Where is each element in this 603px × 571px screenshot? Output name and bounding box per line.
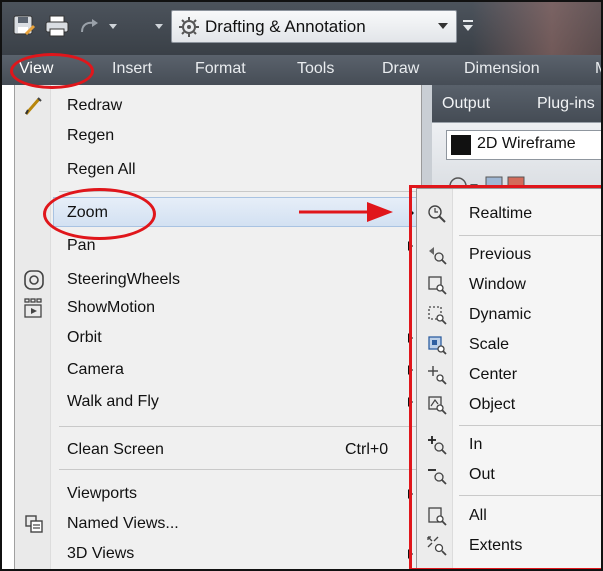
menu-bar: View Insert Format Tools Draw Dimension … [2,55,601,85]
zoom-submenu: Realtime Previous Window Dynamic Scale C… [416,188,601,569]
redraw-pencil-icon [23,95,45,117]
menu-item-clean-screen[interactable]: Clean Screen Ctrl+0 [15,435,421,465]
menu-item-steeringwheels[interactable]: SteeringWheels [15,265,421,295]
menu-view[interactable]: View [19,60,53,78]
zoom-item-window[interactable]: Window [417,270,601,300]
menu-item-zoom[interactable]: Zoom [53,197,419,227]
save-as-icon[interactable] [10,12,38,40]
submenu-arrow-icon [408,365,413,375]
submenu-arrow-icon [408,549,413,559]
zoom-out-icon [427,465,447,485]
zoom-item-object[interactable]: Object [417,390,601,420]
print-icon[interactable] [43,12,71,40]
quick-access-toolbar: Drafting & Annotation [2,2,601,55]
zoom-item-scale[interactable]: Scale [417,330,601,360]
menu-dimension[interactable]: Dimension [464,60,540,78]
menu-item-walk-and-fly[interactable]: Walk and Fly [15,387,421,417]
submenu-arrow-icon [408,333,413,343]
showmotion-icon [23,297,45,319]
named-views-icon [23,513,45,535]
workspace-name: Drafting & Annotation [205,17,366,36]
zoom-item-all[interactable]: All [417,501,601,531]
chevron-down-icon [438,23,448,29]
redo-icon[interactable] [76,12,104,40]
zoom-item-in[interactable]: In [417,430,601,460]
menu-item-viewports[interactable]: Viewports [15,479,421,509]
visual-style-swatch-icon [451,135,471,155]
zoom-item-out[interactable]: Out [417,460,601,490]
zoom-extents-icon [427,536,447,556]
menu-draw[interactable]: Draw [382,60,419,78]
submenu-arrow-icon [408,489,413,499]
zoom-item-previous[interactable]: Previous [417,240,601,270]
workspace-selector[interactable]: Drafting & Annotation [171,10,457,43]
menu-item-redraw[interactable]: Redraw [15,91,421,121]
menu-tools[interactable]: Tools [297,60,334,78]
shortcut-label: Ctrl+0 [345,441,389,458]
submenu-arrow-icon [408,397,413,407]
menu-item-orbit[interactable]: Orbit [15,323,421,353]
tab-output[interactable]: Output [442,95,490,113]
menu-format[interactable]: Format [195,60,246,78]
customize-dropdown-icon[interactable] [461,14,475,38]
separator-dropdown-icon[interactable] [152,12,166,40]
ribbon-tabs: Output Plug-ins [432,85,601,122]
visual-style-selector[interactable]: 2D Wireframe [446,130,601,160]
menu-item-3d-views[interactable]: 3D Views [15,539,421,569]
zoom-window-icon [427,275,447,295]
zoom-dynamic-icon [427,305,447,325]
menu-item-pan[interactable]: Pan [15,231,421,261]
redo-dropdown-icon[interactable] [106,12,120,40]
zoom-center-icon [427,365,447,385]
zoom-realtime-icon [427,204,447,224]
zoom-object-icon [427,395,447,415]
menu-item-camera[interactable]: Camera [15,355,421,385]
menu-item-regen[interactable]: Regen [15,121,421,151]
zoom-previous-icon [427,245,447,265]
menu-item-regen-all[interactable]: Regen All [15,155,421,185]
screenshot-frame: Drafting & Annotation View Insert Format… [0,0,603,571]
menu-separator [59,426,419,427]
tab-plug-ins[interactable]: Plug-ins [537,95,595,113]
gear-icon [178,16,200,38]
zoom-scale-icon [427,335,447,355]
zoom-item-realtime[interactable]: Realtime [417,199,601,229]
zoom-all-icon [427,506,447,526]
view-menu-dropdown: Redraw Regen Regen All Zoom Pan Steering… [14,85,422,569]
zoom-item-extents[interactable]: Extents [417,531,601,561]
menu-modify-truncated[interactable]: M [595,60,601,78]
submenu-arrow-icon [409,208,414,218]
steeringwheels-icon [23,269,45,291]
menu-insert[interactable]: Insert [112,60,152,78]
menu-separator [59,469,419,470]
menu-item-named-views[interactable]: Named Views... [15,509,421,539]
visual-style-label: 2D Wireframe [477,135,576,152]
submenu-arrow-icon [408,241,413,251]
zoom-item-center[interactable]: Center [417,360,601,390]
zoom-in-icon [427,435,447,455]
menu-item-showmotion[interactable]: ShowMotion [15,293,421,323]
menu-separator [59,191,419,192]
zoom-item-dynamic[interactable]: Dynamic [417,300,601,330]
